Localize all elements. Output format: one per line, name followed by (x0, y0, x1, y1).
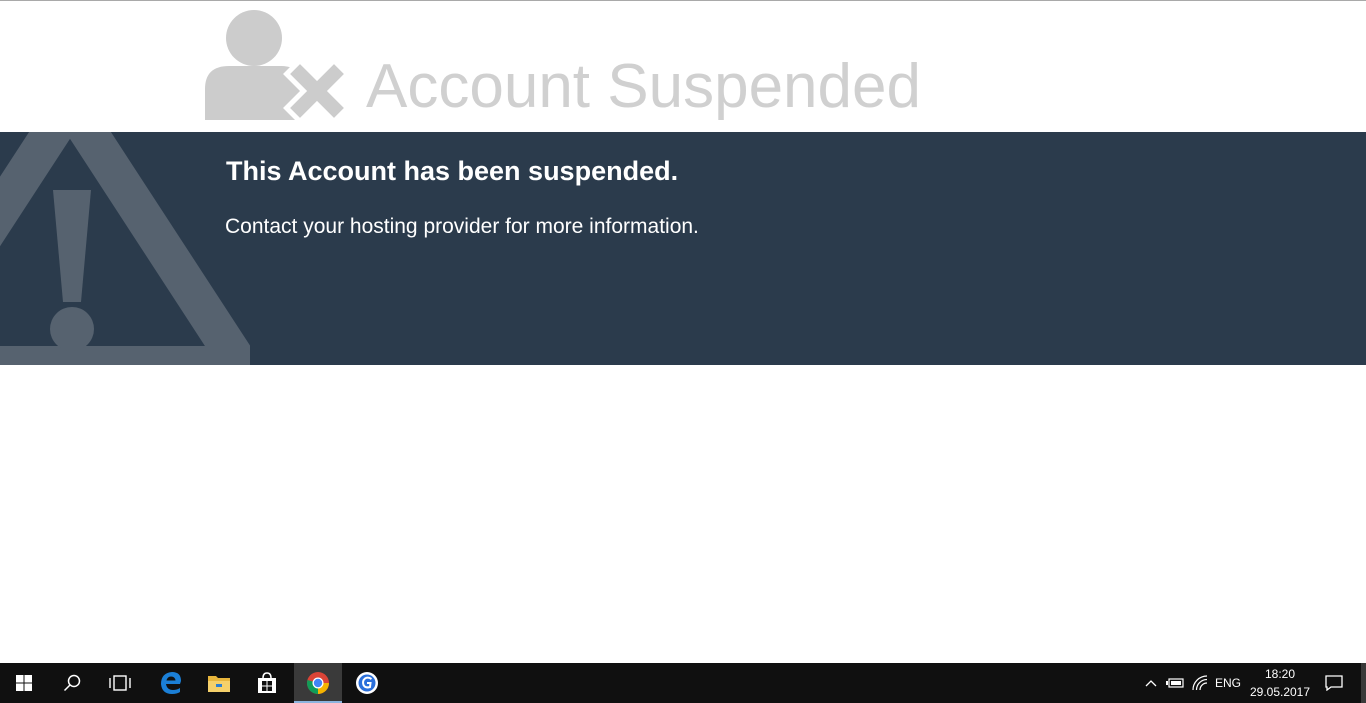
clock[interactable]: 18:20 29.05.2017 (1244, 663, 1316, 703)
edge-button[interactable] (148, 663, 194, 703)
clock-date: 29.05.2017 (1249, 685, 1311, 699)
file-explorer-icon (207, 673, 231, 693)
suspension-heading: This Account has been suspended. (226, 156, 679, 186)
search-button[interactable] (48, 663, 96, 703)
language-indicator[interactable]: ENG (1212, 663, 1244, 703)
action-center-button[interactable] (1318, 663, 1350, 703)
clock-time: 18:20 (1264, 667, 1296, 681)
chrome-icon (306, 671, 330, 695)
file-explorer-button[interactable] (196, 663, 242, 703)
task-view-button[interactable] (96, 663, 144, 703)
user-x-icon (203, 9, 353, 125)
chevron-up-icon (1145, 679, 1157, 687)
show-hidden-icons-button[interactable] (1140, 663, 1162, 703)
search-icon (63, 674, 81, 692)
store-icon (256, 672, 278, 694)
chrome-button[interactable] (294, 663, 342, 703)
start-button[interactable] (0, 663, 48, 703)
network-button[interactable] (1189, 663, 1211, 703)
taskbar: ENG 18:20 29.05.2017 (0, 663, 1366, 703)
warning-icon (0, 132, 259, 365)
battery-button[interactable] (1164, 663, 1186, 703)
store-button[interactable] (244, 663, 290, 703)
suspension-banner: This Account has been suspended. Contact… (0, 132, 1366, 365)
battery-icon (1166, 677, 1184, 689)
notification-icon (1325, 675, 1343, 691)
wifi-icon (1192, 675, 1208, 691)
suspension-message: Contact your hosting provider for more i… (225, 215, 699, 238)
edge-icon (159, 671, 183, 695)
app-button[interactable] (344, 663, 390, 703)
page-header: Account Suspended (0, 1, 1366, 132)
task-view-icon (109, 675, 131, 691)
start-icon (16, 675, 32, 691)
page-title: Account Suspended (366, 52, 921, 121)
show-desktop-button[interactable] (1361, 663, 1366, 703)
app-icon (355, 671, 379, 695)
